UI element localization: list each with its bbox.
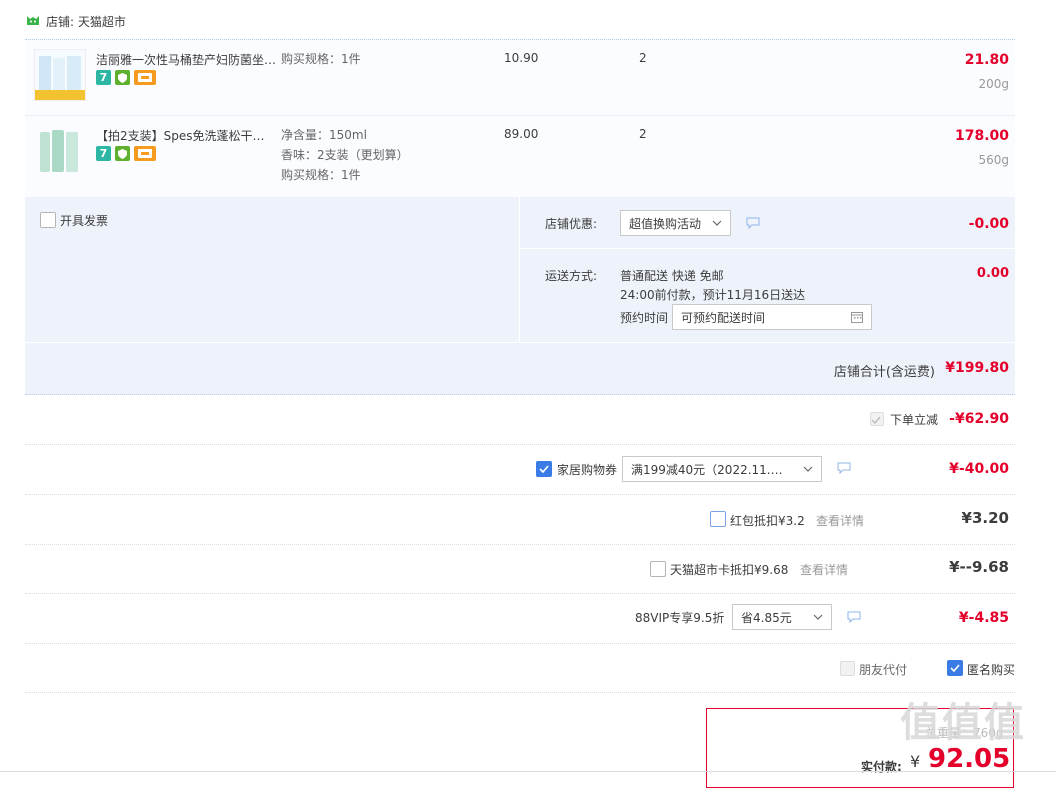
item-price: 10.90: [504, 51, 539, 65]
chevron-down-icon: [712, 220, 722, 226]
shipping-label: 运送方式:: [545, 269, 598, 283]
home-coupon-amount: ¥-40.00: [949, 461, 1009, 477]
tmall-cat-icon: [27, 16, 39, 25]
vip-label: 88VIP专享9.5折: [635, 611, 725, 625]
redpacket-label: 红包抵扣¥3.2: [730, 514, 805, 528]
item-sku: 购买规格：1件: [281, 52, 361, 66]
anonymous-checkbox[interactable]: [947, 660, 963, 676]
tmall-card-label: 天猫超市卡抵扣¥9.68: [670, 563, 789, 577]
credit-card-icon: [134, 146, 156, 161]
divider: [25, 643, 1015, 644]
friend-pay-checkbox: [840, 661, 855, 676]
shield-icon: [115, 70, 130, 85]
item-sku: 香味：2支装（更划算）: [281, 148, 409, 162]
chevron-down-icon: [803, 466, 813, 472]
home-coupon-label: 家居购物券: [557, 463, 618, 477]
pay-amount: 92.05: [928, 744, 1011, 774]
bottom-divider: [0, 771, 1056, 772]
credit-card-icon: [134, 70, 156, 85]
watermark-logo: 值值值: [900, 700, 1026, 746]
item-subtotal: 21.80: [964, 52, 1009, 68]
shop-discount-label: 店铺优惠:: [545, 217, 598, 231]
options-divider: [519, 248, 1015, 249]
shop-discount-amount: -0.00: [968, 216, 1009, 232]
divider: [25, 494, 1015, 495]
tmall-card-details-link[interactable]: 查看详情: [800, 561, 848, 578]
calendar-icon: [851, 312, 863, 323]
friend-pay-label: 朋友代付: [859, 663, 908, 677]
redpacket-checkbox[interactable]: [710, 511, 726, 527]
shop-discount-select[interactable]: 超值换购活动: [620, 210, 731, 236]
redpacket-details-link[interactable]: 查看详情: [816, 512, 864, 529]
item-badges: 7: [96, 70, 156, 85]
seven-day-return-icon: 7: [96, 70, 111, 85]
appointment-label: 预约时间: [620, 311, 669, 325]
invoice-checkbox[interactable]: [40, 212, 56, 228]
home-coupon-checkbox[interactable]: [536, 461, 552, 477]
item-quantity: 2: [639, 51, 647, 65]
shield-icon: [115, 146, 130, 161]
item-sku: 购买规格：1件: [281, 168, 361, 182]
item-thumbnail[interactable]: [34, 49, 86, 101]
shipping-method: 普通配送 快递 免邮: [620, 269, 724, 283]
tmall-card-checkbox[interactable]: [650, 561, 666, 577]
redpacket-amount: ¥3.20: [961, 509, 1009, 527]
seven-day-return-icon: 7: [96, 146, 111, 161]
appointment-time-select[interactable]: 可预约配送时间: [672, 304, 872, 330]
divider: [25, 444, 1015, 445]
shipping-amount: 0.00: [976, 266, 1009, 281]
chevron-down-icon: [813, 614, 823, 620]
pay-label: 实付款:: [861, 760, 902, 774]
options-divider: [25, 342, 1015, 343]
store-total-amount: ¥199.80: [945, 360, 1009, 376]
item-quantity: 2: [639, 127, 647, 141]
chat-bubble-icon[interactable]: [746, 217, 760, 229]
item-sku: 净含量：150ml: [281, 128, 367, 142]
item-subtotal: 178.00: [954, 128, 1009, 144]
order-discount-checkbox: [870, 412, 884, 426]
store-name: 店铺: 天猫超市: [46, 14, 126, 29]
order-discount-label: 下单立减: [890, 413, 939, 427]
item-row-divider: [25, 115, 1015, 116]
item-thumbnail[interactable]: [34, 126, 84, 176]
vip-selected: 省4.85元: [741, 610, 792, 625]
chat-bubble-icon[interactable]: [847, 611, 861, 623]
divider: [25, 544, 1015, 545]
shipping-eta: 24:00前付款，预计11月16日送达: [620, 288, 806, 302]
appointment-time-value: 可预约配送时间: [681, 310, 766, 325]
item-weight: 200g: [978, 77, 1009, 91]
store-header: 店铺: 天猫超市: [26, 12, 126, 30]
divider: [25, 593, 1015, 594]
shop-discount-selected: 超值换购活动: [629, 216, 702, 231]
pay-currency: ¥: [910, 752, 921, 771]
store-total-label: 店铺合计(含运费): [833, 365, 935, 380]
vip-select[interactable]: 省4.85元: [732, 604, 832, 630]
vip-amount: ¥-4.85: [958, 610, 1009, 626]
order-discount-amount: -¥62.90: [949, 411, 1009, 427]
product-image-icon: [40, 130, 78, 172]
anonymous-label: 匿名购买: [967, 663, 1016, 677]
item-weight: 560g: [978, 153, 1009, 167]
invoice-label: 开具发票: [60, 214, 109, 228]
product-image-icon: [35, 50, 85, 100]
home-coupon-selected: 满199减40元（2022.11.…: [631, 462, 783, 477]
item-badges: 7: [96, 146, 156, 161]
home-coupon-select[interactable]: 满199减40元（2022.11.…: [622, 456, 822, 482]
chat-bubble-icon[interactable]: [837, 462, 851, 474]
item-price: 89.00: [504, 127, 539, 141]
tmall-card-amount: ¥--9.68: [949, 558, 1009, 576]
divider: [25, 692, 1015, 693]
item-title[interactable]: 【拍2支装】Spes免洗蓬松干发…: [96, 127, 276, 144]
item-title[interactable]: 洁丽雅一次性马桶垫产妇防菌坐…: [96, 51, 276, 68]
